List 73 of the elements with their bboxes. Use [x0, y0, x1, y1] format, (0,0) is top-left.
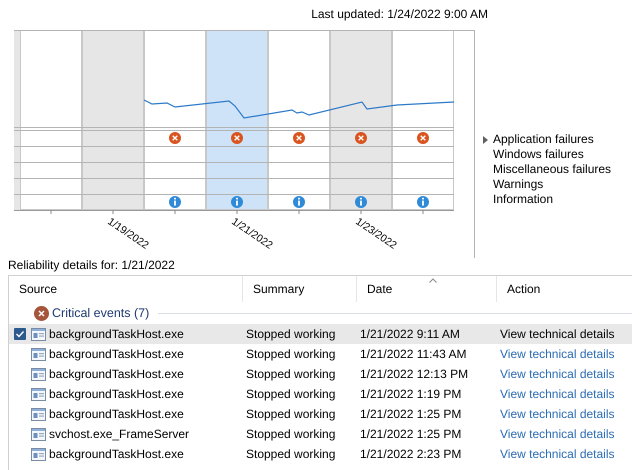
legend-label: Windows failures	[493, 147, 585, 162]
source-name: backgroundTaskHost.exe	[49, 446, 184, 463]
last-updated-text: Last updated: 1/24/2022 9:00 AM	[311, 7, 488, 21]
day-column[interactable]	[392, 30, 454, 210]
column-header[interactable]: Source	[9, 276, 243, 302]
table-row[interactable]: svchost.exe_FrameServer Stopped working 1/21/2022 1:25 PM View technical details	[9, 424, 632, 444]
summary-text: Stopped working	[246, 427, 336, 441]
summary-text: Stopped working	[246, 327, 336, 341]
table-row[interactable]: backgroundTaskHost.exe Stopped working 1/21/2022 9:11 AM View technical details	[9, 324, 632, 344]
technical-details-link[interactable]: View technical details	[500, 387, 615, 401]
window-icon	[31, 368, 46, 380]
day-column[interactable]	[144, 30, 206, 210]
info-icon[interactable]	[355, 196, 367, 208]
day-column[interactable]	[330, 30, 392, 210]
summary-text: Stopped working	[246, 387, 336, 401]
error-icon[interactable]	[293, 132, 305, 144]
technical-details-link[interactable]: View technical details	[500, 427, 615, 441]
day-column[interactable]	[268, 30, 330, 210]
column-header[interactable]: Summary	[243, 276, 357, 302]
date-text: 1/21/2022 1:25 PM	[360, 407, 462, 421]
table-row[interactable]: backgroundTaskHost.exe Stopped working 1/21/2022 12:13 PM View technical details	[9, 364, 632, 384]
source-name: backgroundTaskHost.exe	[49, 406, 184, 423]
summary-text: Stopped working	[246, 367, 336, 381]
technical-details-link[interactable]: View technical details	[500, 327, 615, 341]
checkbox[interactable]	[14, 328, 26, 340]
day-column[interactable]	[20, 30, 82, 210]
error-icon[interactable]	[417, 132, 429, 144]
legend-label: Warnings	[493, 177, 544, 192]
group-header[interactable]: Critical events (7)	[52, 306, 150, 320]
window-icon	[31, 388, 46, 400]
window-icon	[31, 408, 46, 420]
error-icon[interactable]	[231, 132, 243, 144]
column-header[interactable]: Action	[497, 276, 632, 302]
table-row[interactable]: backgroundTaskHost.exe Stopped working 1/21/2022 1:25 PM View technical details	[9, 404, 632, 424]
technical-details-link[interactable]: View technical details	[500, 347, 615, 361]
legend-label: Information	[493, 192, 554, 207]
details-title: Reliability details for: 1/21/2022	[8, 258, 175, 272]
window-icon	[31, 448, 46, 460]
date-text: 1/21/2022 1:19 PM	[360, 387, 462, 401]
info-icon[interactable]	[169, 196, 181, 208]
error-icon	[34, 306, 49, 320]
table-row[interactable]: backgroundTaskHost.exe Stopped working 1/21/2022 11:43 AM View technical details	[9, 344, 632, 364]
summary-text: Stopped working	[246, 347, 336, 361]
error-icon[interactable]	[355, 132, 367, 144]
technical-details-link[interactable]: View technical details	[500, 407, 615, 421]
source-name: backgroundTaskHost.exe	[49, 366, 184, 383]
info-icon[interactable]	[417, 196, 429, 208]
legend-label: Miscellaneous failures	[493, 162, 612, 177]
summary-text: Stopped working	[246, 447, 336, 461]
date-text: 1/21/2022 11:43 AM	[360, 347, 467, 361]
source-name: svchost.exe_FrameServer	[49, 426, 190, 443]
selected-day-column[interactable]	[206, 30, 268, 210]
technical-details-link[interactable]: View technical details	[500, 447, 615, 461]
summary-text: Stopped working	[246, 407, 336, 421]
info-icon[interactable]	[293, 196, 305, 208]
date-text: 1/21/2022 9:11 AM	[360, 327, 460, 341]
legend-label: Application failures	[493, 132, 595, 147]
source-name: backgroundTaskHost.exe	[49, 346, 184, 363]
expand-arrow-icon[interactable]	[480, 135, 490, 145]
table-row[interactable]: backgroundTaskHost.exe Stopped working 1/21/2022 2:23 PM View technical details	[9, 444, 632, 464]
date-text: 1/21/2022 1:25 PM	[360, 427, 462, 441]
window-icon	[31, 348, 46, 360]
source-name: backgroundTaskHost.exe	[49, 326, 184, 343]
window-icon	[31, 328, 46, 340]
source-name: backgroundTaskHost.exe	[49, 386, 184, 403]
column-header[interactable]: Date	[357, 276, 497, 302]
error-icon[interactable]	[169, 132, 181, 144]
info-icon[interactable]	[231, 196, 243, 208]
technical-details-link[interactable]: View technical details	[500, 367, 615, 381]
window-icon	[31, 428, 46, 440]
date-text: 1/21/2022 12:13 PM	[360, 367, 468, 381]
date-text: 1/21/2022 2:23 PM	[360, 447, 462, 461]
table-row[interactable]: backgroundTaskHost.exe Stopped working 1/21/2022 1:19 PM View technical details	[9, 384, 632, 404]
